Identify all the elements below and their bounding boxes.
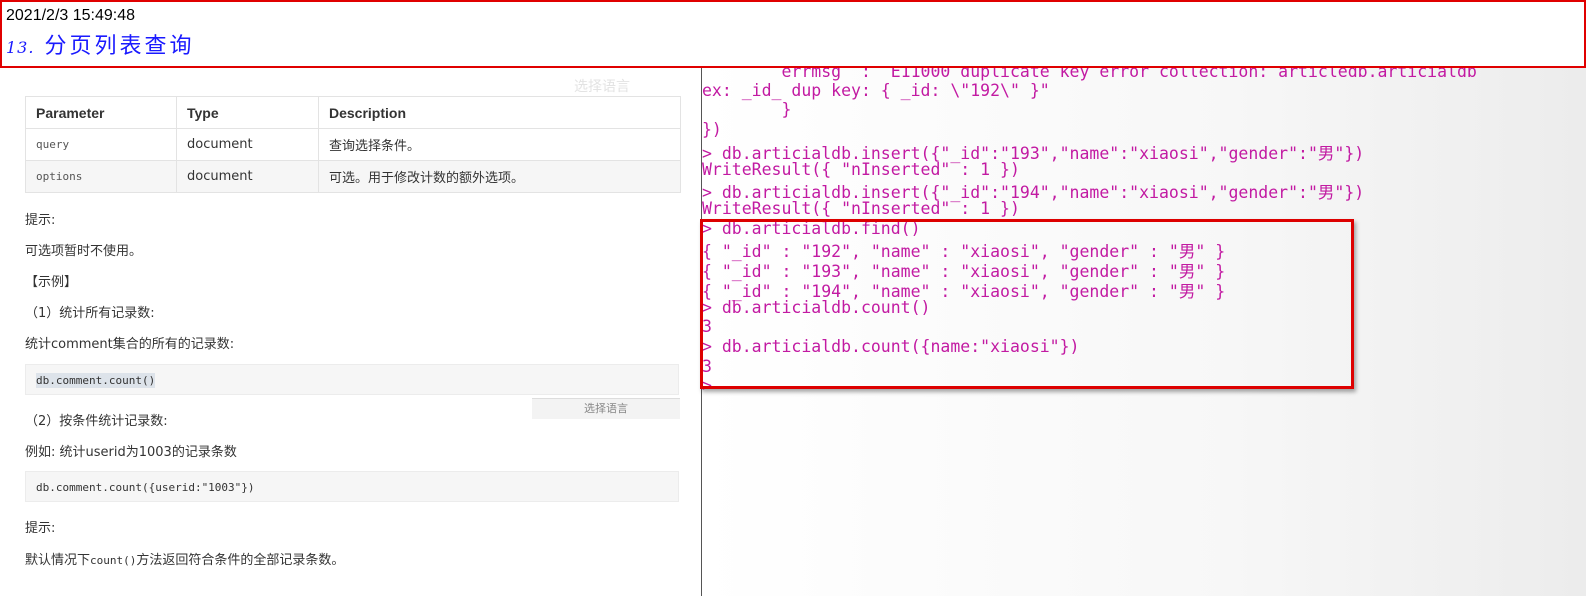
code-block-count-filter[interactable]: db.comment.count({userid:"1003"}) [25,471,679,502]
console-line: ex: _id_ dup key: { _id: \"192\" }" [702,81,1050,100]
console-line: } [702,100,792,119]
tip2-text-post: 方法返回符合条件的全部记录条数。 [136,553,345,568]
code-text: db.comment.count() [36,373,156,388]
note-header: 2021/2/3 15:49:48 13. 分页列表查询 [0,0,1586,68]
faint-watermark-text: 选择语言 [574,79,630,95]
tip2-text-pre: 默认情况下 [25,553,91,568]
step2-description: 例如: 统计userid为1003的记录条数 [25,445,237,460]
docs-panel: 选择语言 Parameter Type Description query do… [0,68,702,596]
param-type: document [176,128,319,161]
table-row: options document 可选。用于修改计数的额外选项。 [25,160,681,193]
step1-description: 统计comment集合的所有的记录数: [25,337,235,352]
console-line: WriteResult({ "nInserted" : 1 }) [702,199,1020,218]
param-name: options [25,160,177,193]
param-name: query [25,128,177,161]
column-header-type: Type [176,96,319,129]
param-description: 查询选择条件。 [318,128,681,161]
table-row: query document 查询选择条件。 [25,128,681,161]
tip2-inline-code: count() [90,554,137,567]
code-block-count[interactable]: db.comment.count() [25,364,679,395]
example-label: 【示例】 [25,275,78,290]
tip2-text: 默认情况下count()方法返回符合条件的全部记录条数。 [25,549,344,568]
step1-heading: （1）统计所有记录数: [25,306,155,321]
language-select[interactable]: 选择语言 [532,398,680,419]
console-line: WriteResult({ "nInserted" : 1 }) [702,160,1020,179]
param-type: document [176,160,319,193]
tip-text: 可选项暂时不使用。 [25,244,143,259]
timestamp: 2021/2/3 15:49:48 [6,7,136,24]
section-title: 分页列表查询 [44,34,195,59]
tip2-label: 提示: [25,521,56,536]
section-heading: 13. 分页列表查询 [6,28,194,60]
param-description: 可选。用于修改计数的额外选项。 [318,160,681,193]
tip-label: 提示: [25,213,56,228]
table-header-row: Parameter Type Description [25,96,681,129]
highlight-box [700,219,1354,389]
console-line: }) [702,120,722,139]
code-text: db.comment.count({userid:"1003"}) [36,481,255,494]
console-line: errmsg : E11000 duplicate key error coll… [702,68,1477,81]
column-header-parameter: Parameter [25,96,177,129]
column-header-description: Description [318,96,681,129]
step2-heading: （2）按条件统计记录数: [25,414,168,429]
section-number: 13. [6,38,35,57]
parameter-table: Parameter Type Description query documen… [25,96,681,193]
